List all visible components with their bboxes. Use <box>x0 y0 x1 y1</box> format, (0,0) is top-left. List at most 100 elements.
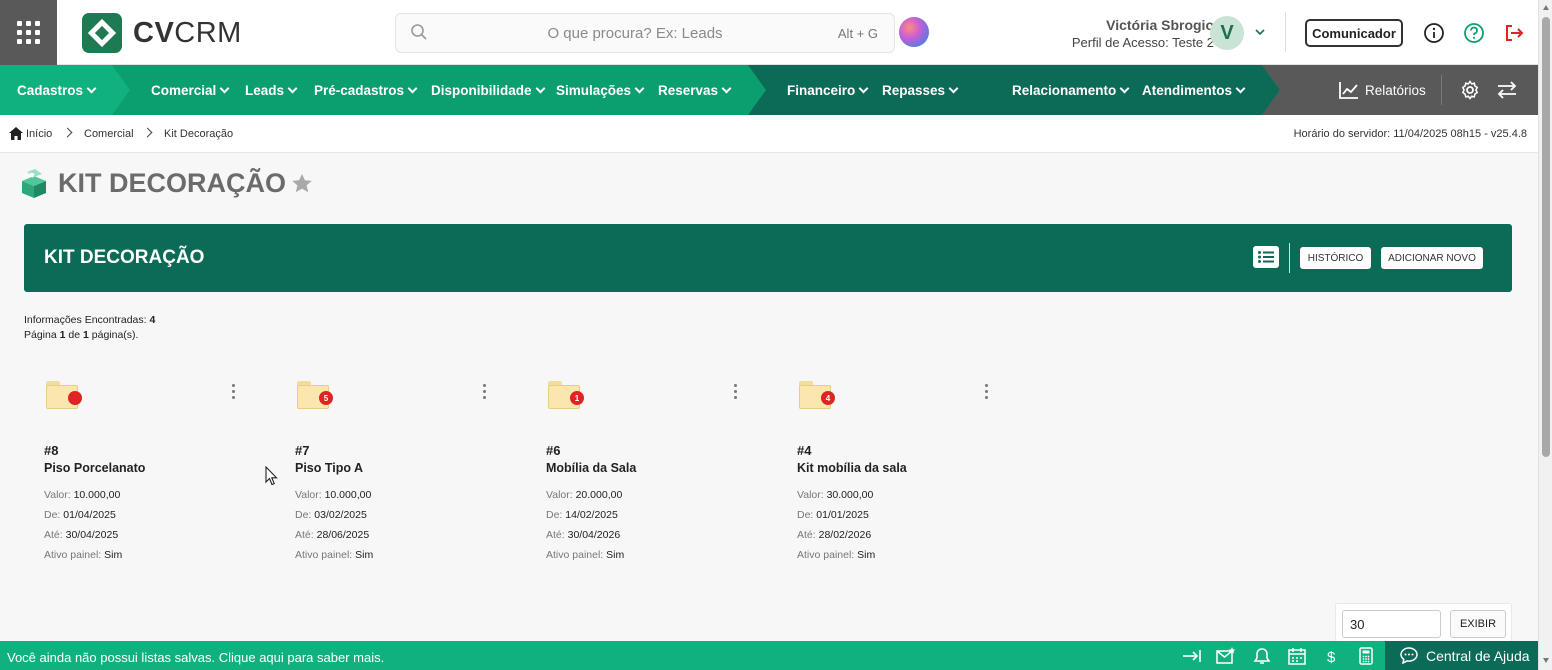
star-favorite-icon[interactable] <box>292 174 312 193</box>
breadcrumb-current: Kit Decoração <box>164 128 234 140</box>
scroll-thumb[interactable] <box>1542 17 1550 457</box>
comunicador-button[interactable]: Comunicador <box>1305 19 1403 47</box>
chevron-down-icon <box>721 83 732 93</box>
gear-icon[interactable] <box>1460 80 1480 100</box>
logo[interactable]: CVCRM <box>82 13 242 53</box>
info-icon[interactable] <box>1423 22 1445 44</box>
scroll-down-arrow-icon[interactable] <box>1543 658 1549 663</box>
saved-lists-message[interactable]: Você ainda não possui listas salvas. Cli… <box>7 650 384 665</box>
global-search[interactable]: Alt + G <box>395 13 895 53</box>
search-icon <box>411 24 427 40</box>
search-shortcut: Alt + G <box>837 26 878 41</box>
kebab-menu-icon[interactable] <box>232 384 236 402</box>
breadcrumb-home[interactable]: Início <box>26 128 52 140</box>
dollar-icon[interactable]: $ <box>1322 647 1342 665</box>
nav-cadastros[interactable]: Cadastros <box>17 65 97 115</box>
field-label: Até: <box>797 529 816 541</box>
collapse-right-icon[interactable] <box>1182 647 1202 665</box>
ai-assistant-orb-icon[interactable] <box>899 17 929 47</box>
card-name: Kit mobília da sala <box>797 461 907 475</box>
calendar-icon[interactable] <box>1287 647 1307 665</box>
server-time: Horário do servidor: 11/04/2025 08h15 - … <box>1293 128 1527 140</box>
chart-line-icon <box>1339 82 1358 99</box>
app-root: CVCRM Alt + G Victória Sbrogio Perfil de… <box>0 0 1552 670</box>
card-ativo: Ativo painel: Sim <box>295 549 373 561</box>
nav-financeiro[interactable]: Financeiro <box>787 65 869 115</box>
add-new-button[interactable]: ADICIONAR NOVO <box>1381 247 1483 269</box>
chevron-down-icon[interactable] <box>1254 26 1266 38</box>
kebab-menu-icon[interactable] <box>734 384 738 402</box>
logo-text: CVCRM <box>133 17 242 50</box>
field-label: Ativo painel: <box>546 549 604 561</box>
field-value: Sim <box>104 549 123 561</box>
field-value: 30.000,00 <box>826 489 874 501</box>
field-value: 20.000,00 <box>575 489 623 501</box>
card-ativo: Ativo painel: Sim <box>797 549 875 561</box>
user-info[interactable]: Victória Sbrogio Perfil de Acesso: Teste… <box>1072 17 1214 50</box>
nav-repasses[interactable]: Repasses <box>882 65 959 115</box>
per-page-input[interactable] <box>1342 610 1441 638</box>
nav-comercial[interactable]: Comercial <box>151 65 230 115</box>
card-ativo: Ativo painel: Sim <box>44 549 122 561</box>
card-id: #7 <box>295 443 310 458</box>
field-label: De: <box>44 509 61 521</box>
home-icon[interactable] <box>9 127 23 140</box>
card-valor: Valor: 30.000,00 <box>797 489 873 501</box>
nav-relacionamento[interactable]: Relacionamento <box>1012 65 1130 115</box>
divider <box>1289 243 1290 273</box>
card-valor: Valor: 20.000,00 <box>546 489 622 501</box>
nav-pre-cadastros[interactable]: Pré-cadastros <box>314 65 418 115</box>
page-current: 1 <box>59 329 66 341</box>
results-count: 4 <box>149 314 156 326</box>
list-icon <box>1258 251 1274 263</box>
nav-simulacoes[interactable]: Simulações <box>556 65 645 115</box>
kit-card[interactable]: #8 Piso Porcelanato Valor: 10.000,00 De:… <box>44 375 254 575</box>
field-label: Até: <box>44 529 63 541</box>
help-icon[interactable] <box>1463 22 1485 44</box>
nav-relatorios[interactable]: Relatórios <box>1339 65 1426 115</box>
nav-label: Atendimentos <box>1142 82 1233 98</box>
notification-badge: 5 <box>319 391 333 405</box>
kit-card[interactable]: 4 #4 Kit mobília da sala Valor: 30.000,0… <box>797 375 1007 575</box>
switch-arrows-icon[interactable] <box>1496 80 1518 100</box>
kebab-menu-icon[interactable] <box>483 384 487 402</box>
nav-label: Leads <box>245 82 285 98</box>
calculator-icon[interactable] <box>1356 647 1376 665</box>
logo-text-bold: CV <box>133 16 175 49</box>
card-de: De: 03/02/2025 <box>295 509 367 521</box>
nav-label: Comercial <box>151 82 217 98</box>
chevron-down-icon <box>1119 83 1130 93</box>
mail-star-icon[interactable] <box>1216 647 1236 665</box>
field-label: Até: <box>295 529 314 541</box>
card-ate: Até: 28/02/2026 <box>797 529 871 541</box>
nav-disponibilidade[interactable]: Disponibilidade <box>431 65 545 115</box>
avatar[interactable]: V <box>1210 16 1244 50</box>
kebab-menu-icon[interactable] <box>985 384 989 402</box>
main-nav: Cadastros Comercial Leads Pré-cadastros … <box>0 65 1538 115</box>
field-label: Ativo painel: <box>44 549 102 561</box>
results-count-label: Informações Encontradas: <box>24 314 147 326</box>
bell-icon[interactable] <box>1252 647 1272 665</box>
list-view-button[interactable] <box>1253 246 1279 268</box>
chevron-down-icon <box>858 83 869 93</box>
kit-card[interactable]: 1 #6 Mobília da Sala Valor: 20.000,00 De… <box>546 375 756 575</box>
logo-mark-icon <box>82 13 122 53</box>
history-button[interactable]: HISTÓRICO <box>1300 247 1371 269</box>
apps-menu-button[interactable] <box>0 0 57 65</box>
breadcrumb-comercial[interactable]: Comercial <box>84 128 134 140</box>
scrollbar[interactable] <box>1538 0 1552 670</box>
search-input[interactable] <box>396 14 894 52</box>
logout-icon[interactable] <box>1503 22 1525 44</box>
nav-leads[interactable]: Leads <box>245 65 298 115</box>
notification-badge: 4 <box>821 391 835 405</box>
show-button[interactable]: EXIBIR <box>1450 610 1506 638</box>
card-id: #8 <box>44 443 59 458</box>
kit-card[interactable]: 5 #7 Piso Tipo A Valor: 10.000,00 De: 03… <box>295 375 505 575</box>
nav-atendimentos[interactable]: Atendimentos <box>1142 65 1246 115</box>
nav-reservas[interactable]: Reservas <box>658 65 732 115</box>
results-info: Informações Encontradas: 4 Página 1 de 1… <box>24 313 155 343</box>
scroll-up-arrow-icon[interactable] <box>1543 5 1549 10</box>
field-value: 30/04/2026 <box>567 529 621 541</box>
chevron-down-icon <box>219 83 230 93</box>
help-center-button[interactable]: Central de Ajuda <box>1385 641 1538 670</box>
